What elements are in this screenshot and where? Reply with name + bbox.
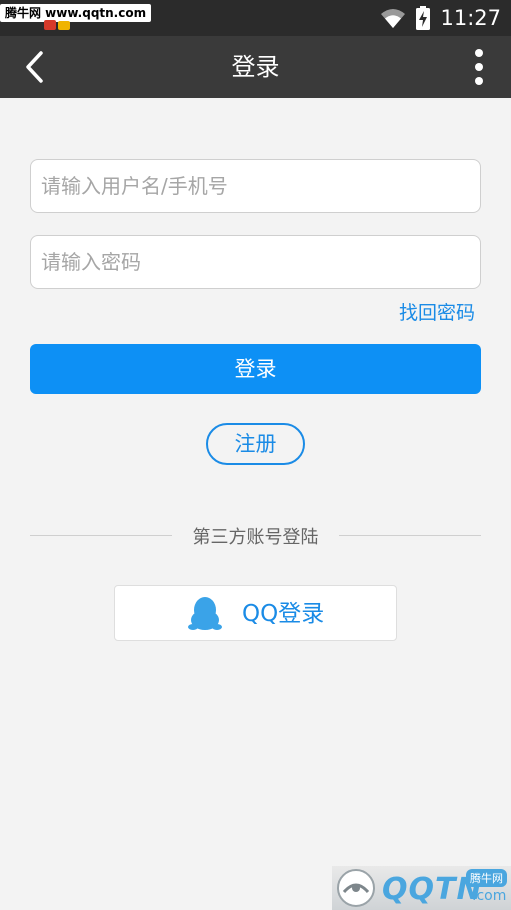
divider-right <box>339 535 481 536</box>
clock: 11:27 <box>440 6 501 30</box>
register-button[interactable]: 注册 <box>206 423 305 465</box>
back-button[interactable] <box>14 47 54 87</box>
more-options-button[interactable] <box>461 47 497 87</box>
status-bar: 腾牛网 www.qqtn.com 11:27 <box>0 0 511 36</box>
divider-left <box>30 535 172 536</box>
battery-charging-icon <box>416 6 431 30</box>
more-vertical-icon <box>475 49 483 85</box>
qqtn-logo-icon <box>337 869 375 907</box>
password-input[interactable] <box>30 235 481 289</box>
qq-login-button[interactable]: QQ登录 <box>114 585 397 641</box>
wifi-icon <box>381 9 406 28</box>
chevron-left-icon <box>26 51 43 83</box>
username-input[interactable] <box>30 159 481 213</box>
watermark-tag: 腾牛网 <box>466 869 507 887</box>
qq-login-label: QQ登录 <box>242 601 325 627</box>
third-party-login-label: 第三方账号登陆 <box>192 527 319 548</box>
watermark-label: 腾牛网 www.qqtn.com <box>0 4 152 22</box>
watermark-logo: QQTN .com 腾牛网 <box>332 866 511 910</box>
app-bar: 登录 <box>0 36 511 98</box>
forgot-password-link[interactable]: 找回密码 <box>399 298 475 325</box>
qq-penguin-icon <box>188 597 222 630</box>
page-title: 登录 <box>231 53 280 81</box>
status-indicators: 11:27 <box>380 0 501 36</box>
watermark-domain: .com <box>472 888 507 904</box>
login-button[interactable]: 登录 <box>30 344 481 394</box>
notification-icon <box>44 20 70 30</box>
